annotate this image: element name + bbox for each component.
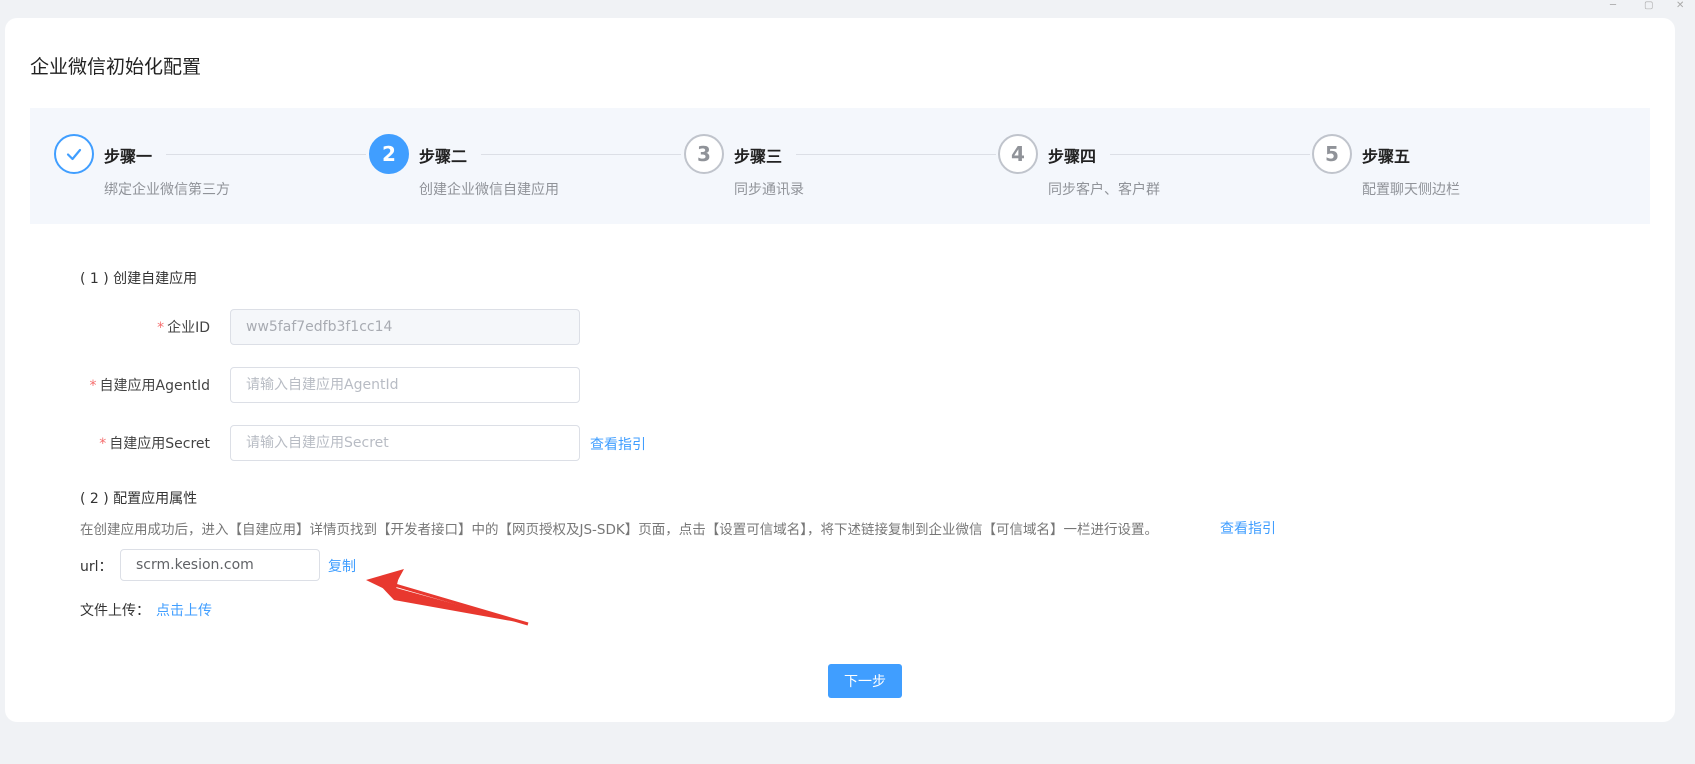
step-title: 步骤五 bbox=[1362, 147, 1411, 166]
step-number: 2 bbox=[369, 134, 409, 174]
upload-label: 文件上传： bbox=[80, 603, 150, 619]
step-title: 步骤四 bbox=[1048, 147, 1097, 166]
window-close-icon[interactable]: ✕ bbox=[1676, 0, 1684, 11]
corp-id-label: * 企业ID bbox=[60, 317, 210, 337]
url-label: url： bbox=[80, 559, 113, 575]
required-mark: * bbox=[89, 378, 97, 394]
step-connector bbox=[1110, 154, 1310, 155]
next-step-button[interactable]: 下一步 bbox=[828, 664, 902, 698]
required-mark: * bbox=[157, 320, 165, 336]
corp-id-input bbox=[230, 309, 580, 345]
check-icon bbox=[54, 134, 94, 174]
required-mark: * bbox=[99, 436, 107, 452]
step-number: 5 bbox=[1312, 134, 1352, 174]
step-number: 3 bbox=[684, 134, 724, 174]
agent-id-input[interactable] bbox=[230, 367, 580, 403]
agent-id-label: * 自建应用AgentId bbox=[60, 375, 210, 395]
section-create-app-title: ( 1 ) 创建自建应用 bbox=[80, 271, 198, 287]
secret-label-text: 自建应用Secret bbox=[109, 436, 210, 452]
steps-panel: 步骤一 绑定企业微信第三方 2 步骤二 创建企业微信自建应用 3 步骤三 同步通… bbox=[30, 108, 1650, 224]
step-description: 配置聊天侧边栏 bbox=[1362, 182, 1460, 198]
window-maximize-icon[interactable]: ▢ bbox=[1644, 0, 1653, 11]
step-connector bbox=[166, 154, 366, 155]
step-description: 同步通讯录 bbox=[734, 182, 804, 198]
url-input[interactable] bbox=[120, 549, 320, 581]
agent-id-label-text: 自建应用AgentId bbox=[99, 378, 210, 394]
step-title: 步骤二 bbox=[419, 147, 468, 166]
copy-link[interactable]: 复制 bbox=[328, 556, 356, 576]
step-description: 绑定企业微信第三方 bbox=[104, 182, 230, 198]
step-number: 4 bbox=[998, 134, 1038, 174]
step-description: 同步客户、客户群 bbox=[1048, 182, 1160, 198]
config-description: 在创建应用成功后，进入【自建应用】详情页找到【开发者接口】中的【网页授权及JS-… bbox=[80, 522, 1158, 538]
window-minimize-icon[interactable]: ─ bbox=[1610, 0, 1616, 11]
secret-label: * 自建应用Secret bbox=[60, 433, 210, 453]
secret-input[interactable] bbox=[230, 425, 580, 461]
step-description: 创建企业微信自建应用 bbox=[419, 182, 559, 198]
step-title: 步骤三 bbox=[734, 147, 783, 166]
corp-id-label-text: 企业ID bbox=[167, 320, 210, 336]
config-guide-link[interactable]: 查看指引 bbox=[1220, 518, 1276, 538]
step-connector bbox=[481, 154, 681, 155]
section-app-config-title: ( 2 ) 配置应用属性 bbox=[80, 491, 198, 507]
step-title: 步骤一 bbox=[104, 147, 153, 166]
secret-guide-link[interactable]: 查看指引 bbox=[590, 434, 646, 454]
upload-link[interactable]: 点击上传 bbox=[156, 600, 212, 620]
step-connector bbox=[796, 154, 996, 155]
page-title: 企业微信初始化配置 bbox=[30, 56, 202, 78]
